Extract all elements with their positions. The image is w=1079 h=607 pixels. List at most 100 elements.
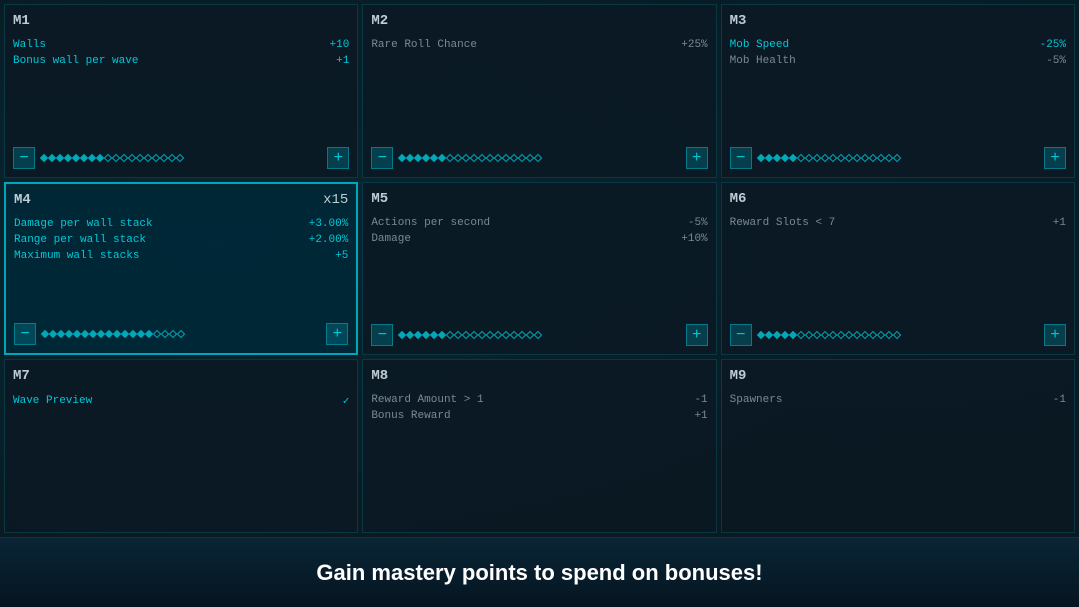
slider-dot-m6-12 (852, 331, 860, 339)
plus-btn-m6[interactable]: + (1044, 324, 1066, 346)
slider-row-m3: −+ (730, 139, 1066, 169)
card-row-m8-0: Reward Amount > 1-1 (371, 392, 707, 408)
minus-btn-m1[interactable]: − (13, 147, 35, 169)
card-row-m8-1: Bonus Reward +1 (371, 408, 707, 424)
row-label-m7-0: Wave Preview (13, 395, 92, 407)
slider-track-m6 (758, 333, 1038, 337)
slider-dot-m6-9 (828, 331, 836, 339)
row-label-m4-0: Damage per wall stack (14, 218, 153, 230)
row-value-m3-1: -5% (1046, 55, 1066, 67)
slider-track-m4 (42, 332, 320, 336)
slider-dot-m4-0 (41, 330, 49, 338)
slider-dot-m4-5 (81, 330, 89, 338)
row-value-m5-1: +10% (681, 233, 707, 245)
plus-btn-m3[interactable]: + (1044, 147, 1066, 169)
slider-dot-m6-8 (820, 331, 828, 339)
bottom-bar: Gain mastery points to spend on bonuses! (0, 537, 1079, 607)
slider-track-m5 (399, 333, 679, 337)
slider-dot-m6-0 (756, 331, 764, 339)
card-m3: M3Mob Speed-25%Mob Health-5%−+ (721, 4, 1075, 178)
card-header-m1: M1 (13, 13, 349, 29)
card-row-m4-1: Range per wall stack+2.00% (14, 232, 348, 248)
card-title-m3: M3 (730, 13, 747, 29)
row-value-m2-0: +25% (681, 39, 707, 51)
card-header-m8: M8 (371, 368, 707, 384)
slider-dot-m6-5 (796, 331, 804, 339)
card-row-m2-0: Rare Roll Chance +25% (371, 37, 707, 53)
plus-btn-m4[interactable]: + (326, 323, 348, 345)
slider-track-m1 (41, 156, 321, 160)
row-value-m3-0: -25% (1040, 39, 1066, 51)
slider-dot-m6-10 (836, 331, 844, 339)
slider-dot-m6-16 (884, 331, 892, 339)
slider-row-m5: −+ (371, 316, 707, 346)
card-m6: M6Reward Slots < 7+1−+ (721, 182, 1075, 356)
minus-btn-m6[interactable]: − (730, 324, 752, 346)
plus-btn-m2[interactable]: + (686, 147, 708, 169)
slider-dot-m6-13 (860, 331, 868, 339)
slider-track-m3 (758, 156, 1038, 160)
slider-dot-m6-15 (876, 331, 884, 339)
row-label-m3-1: Mob Health (730, 55, 796, 67)
slider-dot-m5-17 (534, 331, 542, 339)
slider-row-m6: −+ (730, 316, 1066, 346)
row-value-m1-1: +1 (336, 55, 349, 67)
row-label-m8-1: Bonus Reward (371, 410, 450, 422)
slider-dot-m4-10 (121, 330, 129, 338)
card-row-m1-0: Walls+10 (13, 37, 349, 53)
slider-dot-m4-6 (89, 330, 97, 338)
slider-dot-m6-14 (868, 331, 876, 339)
card-m7: M7 Wave Preview ✓ (4, 359, 358, 533)
row-value-m9-0: -1 (1053, 394, 1066, 406)
card-title-m2: M2 (371, 13, 388, 29)
minus-btn-m3[interactable]: − (730, 147, 752, 169)
slider-dot-m4-13 (145, 330, 153, 338)
card-row-m7-0: Wave Preview ✓ (13, 392, 349, 410)
slider-dot-m6-4 (788, 331, 796, 339)
row-label-m1-1: Bonus wall per wave (13, 55, 138, 67)
mastery-grid: M1Walls+10Bonus wall per wave+1−+M2Rare … (0, 0, 1079, 537)
row-label-m3-0: Mob Speed (730, 39, 789, 51)
card-row-m5-0: Actions per second -5% (371, 215, 707, 231)
slider-dot-m6-1 (764, 331, 772, 339)
slider-dot-m6-11 (844, 331, 852, 339)
card-row-m3-0: Mob Speed -25% (730, 37, 1066, 53)
card-title-m4: M4 (14, 192, 31, 208)
minus-btn-m2[interactable]: − (371, 147, 393, 169)
slider-dot-m4-7 (97, 330, 105, 338)
minus-btn-m5[interactable]: − (371, 324, 393, 346)
slider-dot-m2-17 (534, 153, 542, 161)
row-value-m8-1: +1 (694, 410, 707, 422)
slider-dot-m6-2 (772, 331, 780, 339)
slider-dot-m6-3 (780, 331, 788, 339)
row-label-m6-0: Reward Slots < 7 (730, 217, 836, 229)
row-label-m4-1: Range per wall stack (14, 234, 146, 246)
row-label-m9-0: Spawners (730, 394, 783, 406)
card-row-m3-1: Mob Health -5% (730, 53, 1066, 69)
row-value-m5-0: -5% (688, 217, 708, 229)
plus-btn-m1[interactable]: + (327, 147, 349, 169)
row-value-m7-0: ✓ (343, 394, 350, 408)
slider-dot-m1-17 (176, 153, 184, 161)
plus-btn-m5[interactable]: + (686, 324, 708, 346)
row-label-m4-2: Maximum wall stacks (14, 250, 139, 262)
card-header-m6: M6 (730, 191, 1066, 207)
row-value-m8-0: -1 (694, 394, 707, 406)
card-title-m7: M7 (13, 368, 30, 384)
card-header-m5: M5 (371, 191, 707, 207)
row-label-m2-0: Rare Roll Chance (371, 39, 477, 51)
card-row-m4-2: Maximum wall stacks+5 (14, 248, 348, 264)
card-row-m4-0: Damage per wall stack+3.00% (14, 216, 348, 232)
slider-dot-m4-8 (105, 330, 113, 338)
slider-dot-m4-15 (161, 330, 169, 338)
slider-dot-m4-4 (73, 330, 81, 338)
card-row-m5-1: Damage+10% (371, 231, 707, 247)
row-label-m5-0: Actions per second (371, 217, 490, 229)
slider-dot-m4-9 (113, 330, 121, 338)
card-title-m8: M8 (371, 368, 388, 384)
card-title-m1: M1 (13, 13, 30, 29)
card-header-m9: M9 (730, 368, 1066, 384)
slider-track-m2 (399, 156, 679, 160)
card-header-m7: M7 (13, 368, 349, 384)
minus-btn-m4[interactable]: − (14, 323, 36, 345)
